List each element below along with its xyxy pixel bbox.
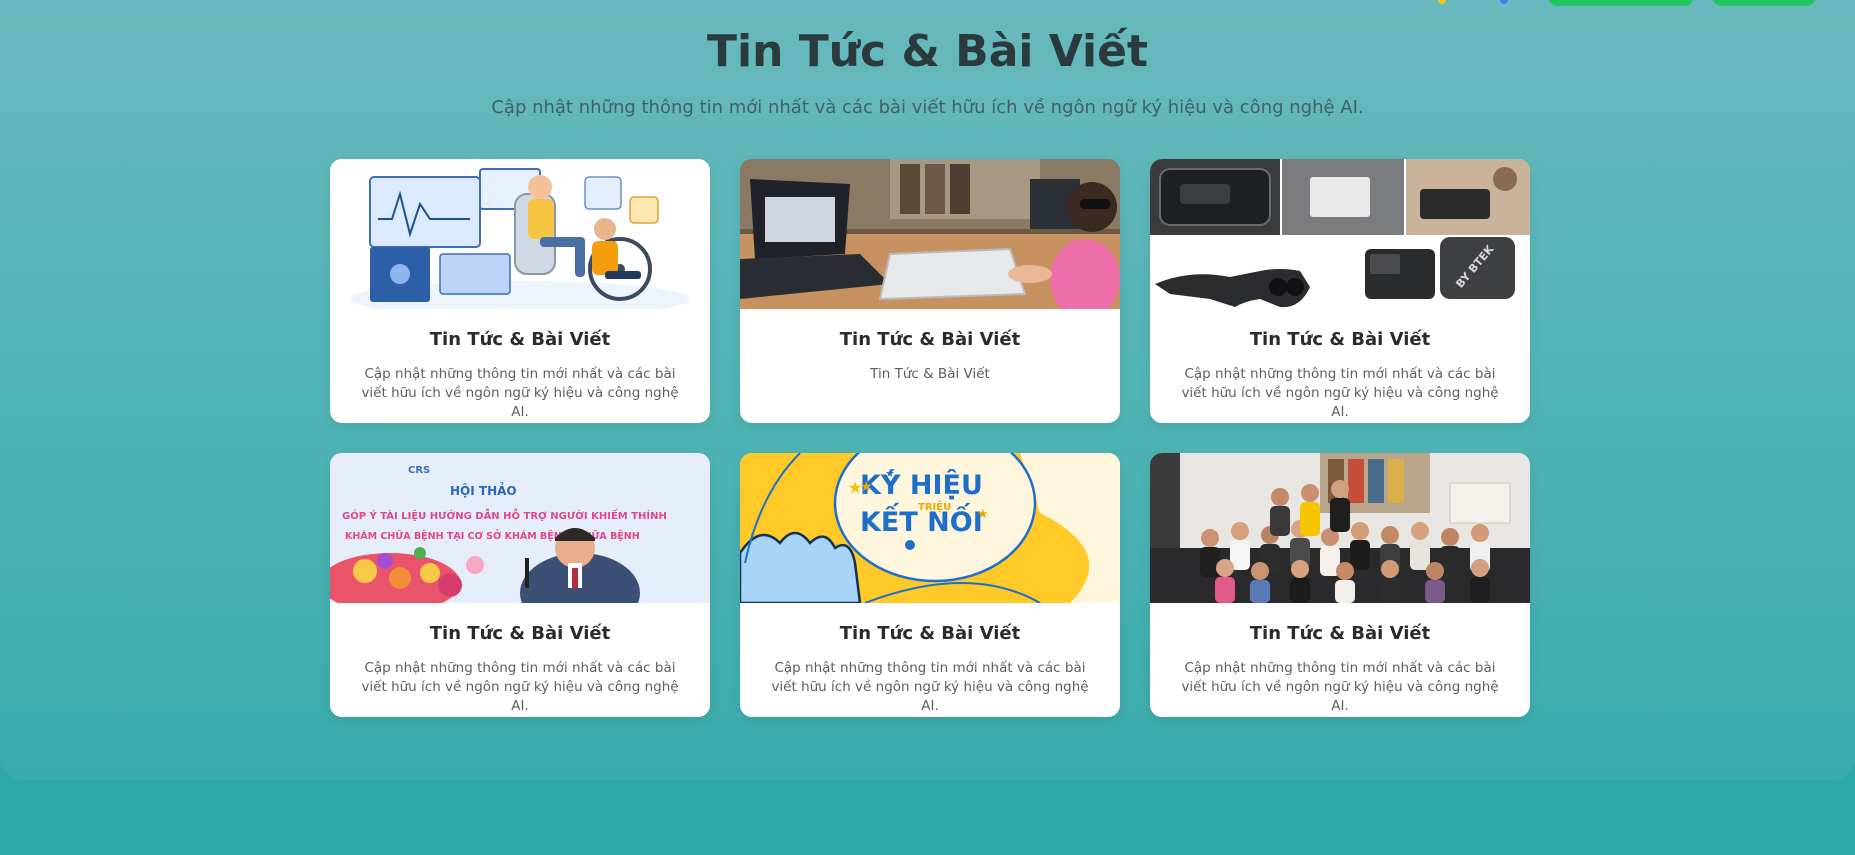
conference-heading: HỘI THẢO xyxy=(450,482,517,498)
news-card[interactable]: Tin Tức & Bài Viết Cập nhật những thông … xyxy=(330,159,710,423)
sign-language-campaign-image[interactable]: ★ KÝ HIỆU TRIỆU KẾT NỐI ★ ★ ★ xyxy=(740,453,1120,603)
card-description: Cập nhật những thông tin mới nhất và các… xyxy=(1181,660,1499,714)
card-title[interactable]: Tin Tức & Bài Viết xyxy=(354,623,686,645)
card-description: Cập nhật những thông tin mới nhất và các… xyxy=(361,660,679,714)
healthcare-tech-illustration-image[interactable] xyxy=(330,159,710,309)
conference-logo: CRS xyxy=(408,465,430,476)
child-using-laptop-image[interactable] xyxy=(740,159,1120,309)
group-photo-image[interactable] xyxy=(1150,453,1530,603)
conference-speaker-image[interactable]: CRS HỘI THẢO GÓP Ý TÀI LIỆU HƯỚNG DẪN HỖ… xyxy=(330,453,710,603)
card-description: Cập nhật những thông tin mới nhất và các… xyxy=(771,660,1089,714)
campaign-line-1: KÝ HIỆU xyxy=(860,469,983,501)
campaign-line-2: KẾT NỐI xyxy=(860,502,983,538)
top-nav-button-primary[interactable] xyxy=(1548,0,1694,6)
top-nav-button-secondary[interactable] xyxy=(1712,0,1816,6)
section-title: Tin Tức & Bài Viết xyxy=(706,26,1149,77)
news-card[interactable]: BY BTEK Tin Tức & Bài Viết Cập nhật nhữn… xyxy=(1150,159,1530,423)
svg-text:★: ★ xyxy=(977,507,989,522)
card-description: Cập nhật những thông tin mới nhất và các… xyxy=(361,366,679,420)
svg-text:★: ★ xyxy=(848,478,862,497)
card-title[interactable]: Tin Tức & Bài Viết xyxy=(354,329,686,351)
conference-line-2: KHÁM CHỮA BỆNH TẠI CƠ SỞ KHÁM BỆNH, CHỮA… xyxy=(345,529,640,542)
card-title[interactable]: Tin Tức & Bài Viết xyxy=(1174,623,1506,645)
news-card[interactable]: Tin Tức & Bài Viết Cập nhật những thông … xyxy=(1150,453,1530,717)
smart-glasses-device-image[interactable]: BY BTEK xyxy=(1150,159,1530,309)
news-card-grid: Tin Tức & Bài Viết Cập nhật những thông … xyxy=(330,159,1530,717)
news-section: Tin Tức & Bài Viết Cập nhật những thông … xyxy=(0,0,1855,780)
card-description: Tin Tức & Bài Viết xyxy=(870,366,990,382)
top-nav-dot-yellow xyxy=(1438,0,1446,4)
section-subtitle: Cập nhật những thông tin mới nhất và các… xyxy=(491,97,1364,118)
news-card[interactable]: ★ KÝ HIỆU TRIỆU KẾT NỐI ★ ★ ★ Tin Tức & … xyxy=(740,453,1120,717)
card-description: Cập nhật những thông tin mới nhất và các… xyxy=(1181,366,1499,420)
card-title[interactable]: Tin Tức & Bài Viết xyxy=(1174,329,1506,351)
top-nav-dot-blue xyxy=(1500,0,1508,4)
news-card[interactable]: CRS HỘI THẢO GÓP Ý TÀI LIỆU HƯỚNG DẪN HỖ… xyxy=(330,453,710,717)
news-card[interactable]: Tin Tức & Bài Viết Tin Tức & Bài Viết xyxy=(740,159,1120,423)
card-title[interactable]: Tin Tức & Bài Viết xyxy=(764,623,1096,645)
card-title[interactable]: Tin Tức & Bài Viết xyxy=(764,329,1096,351)
